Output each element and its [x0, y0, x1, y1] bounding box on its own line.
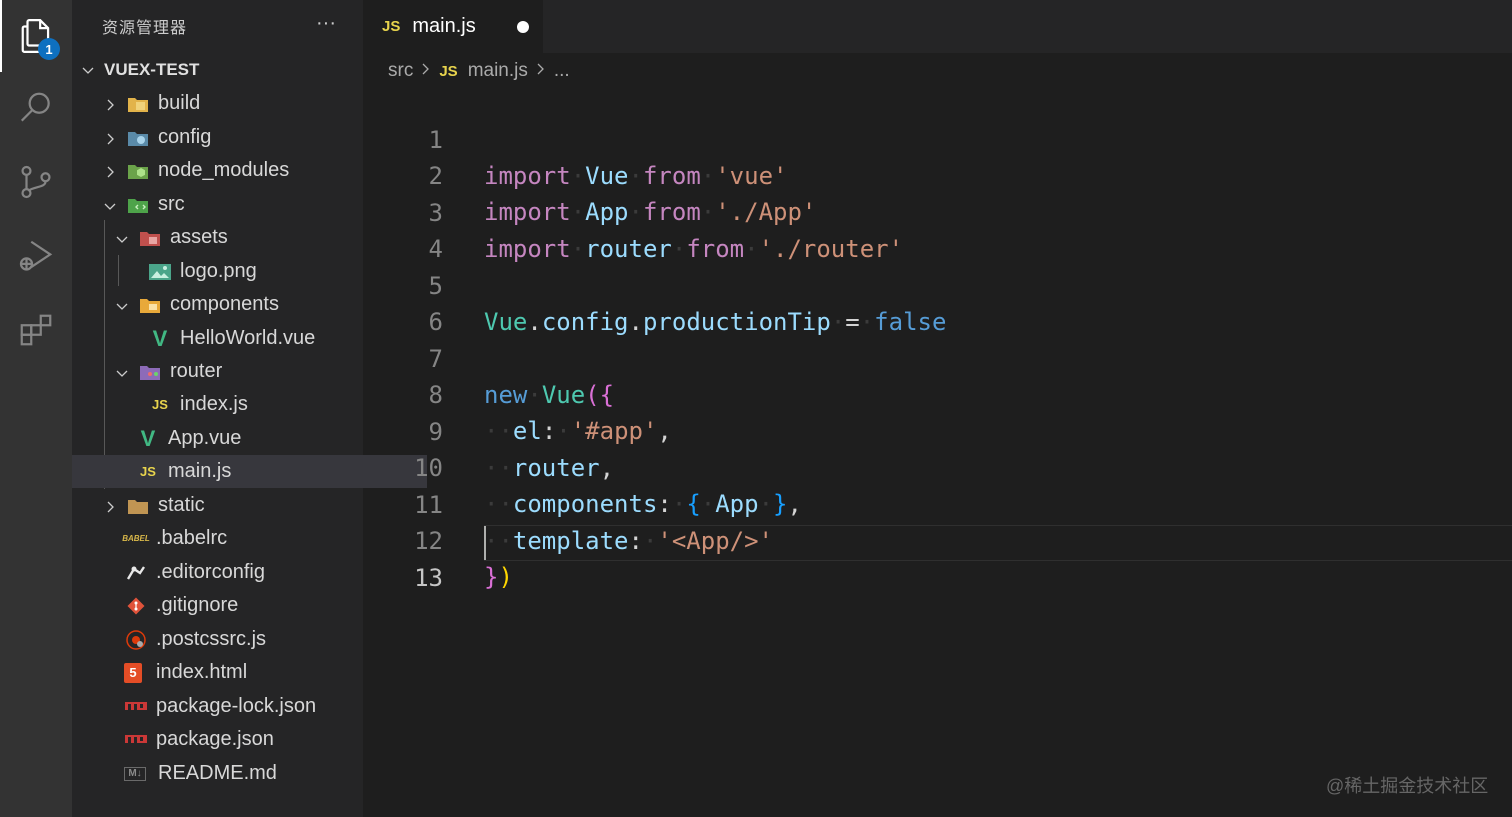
tree-item-src[interactable]: src [72, 188, 393, 221]
code-text: }) [484, 563, 513, 591]
chevron-down-icon [102, 197, 118, 213]
chevron-right-icon [102, 130, 118, 146]
code-line: 13 [363, 524, 1512, 592]
folder-icon [126, 495, 150, 517]
tree-item-static[interactable]: static [72, 489, 393, 522]
tree-item-build[interactable]: build [72, 87, 393, 120]
folder-build-icon [126, 93, 150, 115]
breadcrumb: src JS main.js ... [388, 57, 570, 85]
code-line: 10 ··components:·{·App·}, [363, 414, 1512, 518]
code-line: 2 import·App·from·'./App' [363, 122, 1512, 226]
js-file-icon: JS [439, 62, 458, 80]
markdown-file-icon: M↓ [124, 766, 146, 781]
tree-item-components[interactable]: components [72, 288, 405, 321]
workspace-root[interactable]: VUEX-TEST [72, 53, 371, 86]
unsaved-dot-icon[interactable] [517, 21, 529, 33]
html-file-icon: 5 [124, 662, 142, 683]
extensions-activity-button[interactable] [0, 294, 72, 366]
code-line: 4 [363, 195, 1512, 263]
tree-item-router[interactable]: router [72, 355, 405, 388]
code-line: 7 new·Vue({ [363, 305, 1512, 409]
search-icon [20, 92, 50, 122]
editorconfig-file-icon [124, 562, 148, 584]
tree-item-assets[interactable]: assets [72, 221, 405, 254]
folder-config-icon [126, 127, 150, 149]
npm-file-icon [124, 729, 148, 751]
watermark: @稀土掘金技术社区 [1326, 776, 1489, 796]
line-number: 13 [414, 564, 443, 592]
editor-tab-bar: JS main.js [363, 0, 1512, 53]
code-line: 11 ··template:·'<App/>' [363, 451, 1512, 555]
js-file-icon: JS [152, 397, 168, 412]
run-debug-activity-button[interactable] [0, 220, 72, 292]
tree-item-node-modules[interactable]: node_modules [72, 154, 393, 187]
code-line: 3 import·router·from·'./router' [363, 159, 1512, 263]
chevron-down-icon [114, 297, 130, 313]
chevron-down-icon [80, 62, 96, 78]
folder-router-icon [138, 361, 162, 383]
chevron-right-icon [421, 60, 431, 82]
code-line: 5 Vue.config.productionTip·=·false [363, 232, 1512, 336]
search-activity-button[interactable] [0, 72, 72, 144]
folder-assets-icon [138, 227, 162, 249]
code-line: 8 ··el:·'#app', [363, 341, 1512, 445]
extensions-icon [20, 314, 52, 346]
chevron-down-icon [114, 364, 130, 380]
babel-file-icon: BABEL [122, 534, 150, 543]
folder-components-icon [138, 294, 162, 316]
chevron-right-icon [102, 163, 118, 179]
vue-file-icon: V [140, 425, 156, 451]
more-actions-icon[interactable]: ··· [316, 12, 336, 35]
code-line: 12 }) [363, 487, 1512, 591]
folder-src-icon [126, 194, 150, 216]
git-file-icon [124, 595, 148, 617]
tree-item-config[interactable]: config [72, 121, 393, 154]
source-control-icon [21, 165, 51, 199]
js-file-icon: JS [140, 464, 156, 479]
tab-label: main.js [412, 15, 476, 37]
postcss-file-icon [124, 629, 148, 651]
explorer-sidebar: 资源管理器 ··· VUEX-TEST build config node_mo… [72, 0, 427, 817]
code-editor[interactable]: 1 import·Vue·from·'vue' 2 import·App·fro… [363, 86, 1512, 817]
source-control-activity-button[interactable] [0, 146, 72, 218]
explorer-activity-button[interactable]: 1 [0, 0, 72, 72]
run-debug-icon [19, 240, 53, 271]
breadcrumb-symbols[interactable]: ... [554, 60, 570, 82]
code-line: 9 ··router, [363, 378, 1512, 482]
explorer-badge: 1 [38, 38, 60, 60]
breadcrumb-file[interactable]: main.js [468, 60, 528, 82]
code-line: 1 import·Vue·from·'vue' [363, 86, 1512, 190]
js-file-icon: JS [382, 18, 401, 35]
activity-bar: 1 [0, 0, 72, 817]
chevron-right-icon [536, 60, 546, 82]
explorer-title: 资源管理器 [102, 20, 188, 37]
code-line: 6 [363, 268, 1512, 336]
tab-main-js[interactable]: JS main.js [363, 0, 543, 53]
breadcrumb-folder[interactable]: src [388, 60, 413, 82]
image-file-icon [148, 261, 172, 283]
chevron-right-icon [102, 96, 118, 112]
vue-file-icon: V [152, 325, 168, 351]
npm-file-icon [124, 696, 148, 718]
chevron-right-icon [102, 498, 118, 514]
chevron-down-icon [114, 230, 130, 246]
folder-node-icon [126, 160, 150, 182]
